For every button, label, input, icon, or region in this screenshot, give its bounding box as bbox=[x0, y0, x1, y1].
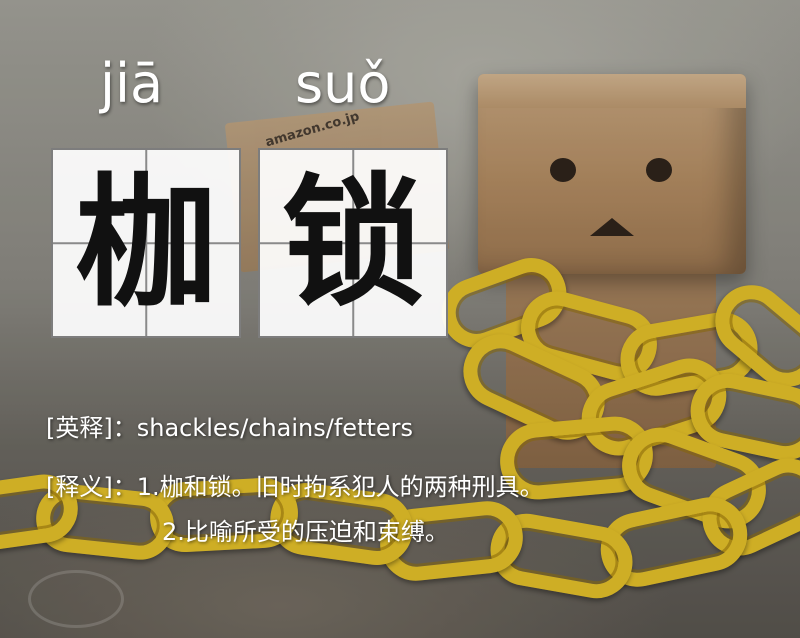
character-grid-2: 锁 bbox=[258, 148, 448, 338]
character-grid-1: 枷 bbox=[51, 148, 241, 338]
definition-separator: ： bbox=[112, 473, 137, 501]
english-value: shackles/chains/fetters bbox=[136, 414, 414, 442]
definition-line-1: [释义]：1.枷和锁。旧时拘系犯人的两种刑具。 bbox=[46, 467, 544, 502]
definition-item-1: 1.枷和锁。旧时拘系犯人的两种刑具。 bbox=[136, 473, 544, 501]
character-2: 锁 bbox=[282, 160, 424, 326]
character-1: 枷 bbox=[75, 160, 217, 326]
definition-item-2: 2.比喻所受的压迫和束缚。 bbox=[162, 518, 449, 546]
english-line: [英释]：shackles/chains/fetters bbox=[46, 408, 413, 443]
definition-label: [释义] bbox=[46, 473, 113, 501]
pinyin-2: suǒ bbox=[295, 52, 391, 115]
english-label: [英释] bbox=[46, 414, 113, 442]
definition-line-2: 2.比喻所受的压迫和束缚。 bbox=[162, 512, 449, 547]
watermark-logo bbox=[28, 570, 124, 628]
pinyin-1: jiā bbox=[100, 52, 164, 115]
english-separator: ： bbox=[112, 414, 137, 442]
